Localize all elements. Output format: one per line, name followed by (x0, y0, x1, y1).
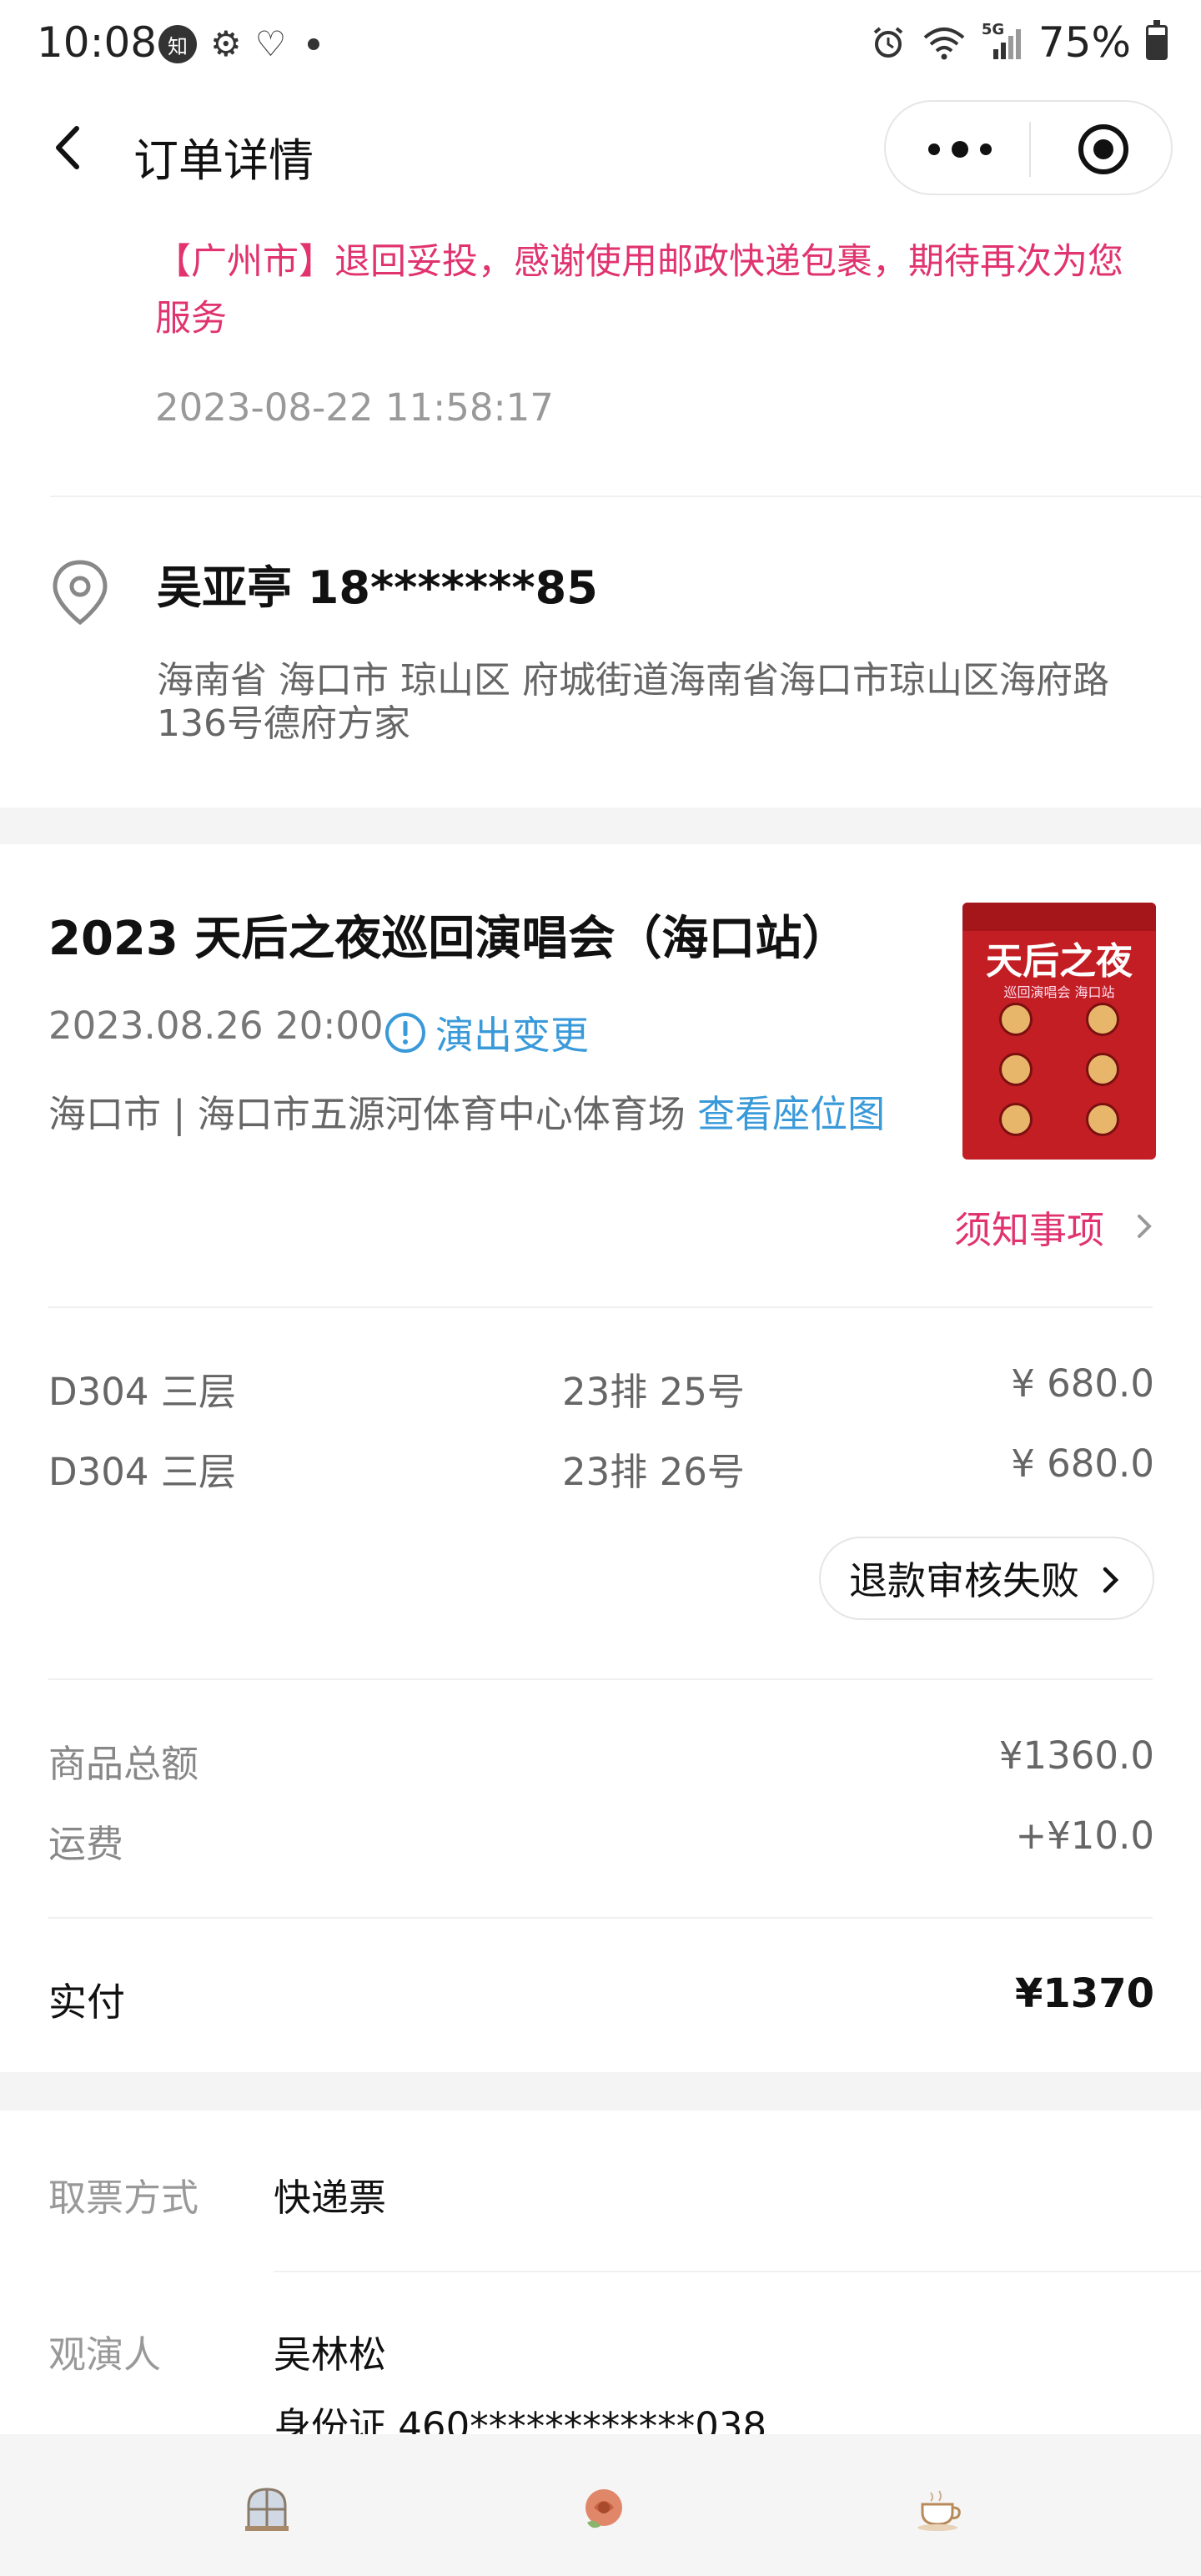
attendee-label: 观演人 (48, 2332, 162, 2377)
status-notification-icons: 知 ⚙ ♡ (158, 23, 320, 64)
location-pin-icon (53, 560, 108, 626)
poster-portrait (999, 1103, 1033, 1136)
poster-title: 天后之夜 (986, 940, 1133, 983)
chevron-right-icon (1103, 1567, 1119, 1593)
subtotal-label: 商品总额 (48, 1742, 199, 1786)
poster-portrait (999, 1053, 1033, 1086)
navigation-bar: 订单详情 (0, 92, 1201, 209)
battery-percentage: 75% (1038, 18, 1131, 67)
section-separator (0, 808, 1201, 844)
more-options-icon[interactable] (922, 128, 997, 170)
shipping-label: 运费 (48, 1822, 124, 1866)
ticket-seat: 23排 26号 (562, 1450, 745, 1494)
venue-name: 海口市 | 海口市五源河体育中心体育场 (48, 1092, 686, 1136)
battery-icon (1146, 20, 1168, 60)
delivery-method-value: 快递票 (274, 2176, 387, 2220)
divider (50, 496, 1201, 497)
seat-map-link[interactable]: 查看座位图 (697, 1092, 885, 1136)
cellular-signal-icon: 5G (982, 21, 1023, 61)
poster-portrait (999, 1003, 1033, 1036)
poster-header-strip (962, 903, 1156, 931)
chevron-right-icon[interactable] (1133, 1211, 1156, 1241)
wifi-icon (923, 28, 965, 60)
divider (48, 1306, 1153, 1308)
refund-status-button[interactable]: 退款审核失败 (819, 1537, 1154, 1620)
show-datetime: 2023.08.26 20:00 (48, 1004, 384, 1048)
status-bar: 10:08 知 ⚙ ♡ 5G 75% (0, 0, 1201, 92)
logistics-status-time: 2023-08-22 11:58:17 (155, 385, 554, 430)
shipping-value: +¥10.0 (1015, 1814, 1154, 1858)
heart-notification-icon: ♡ (254, 23, 287, 64)
status-system-icons: 5G 75% (870, 18, 1168, 67)
zhihu-icon: 知 (158, 25, 197, 63)
ticket-seat: 23排 25号 (562, 1370, 745, 1414)
recipient-address: 海南省 海口市 琼山区 府城街道海南省海口市琼山区海府路136号德府方家 (157, 659, 1109, 745)
poster-subtitle: 巡回演唱会 海口站 (1003, 984, 1115, 1000)
rose-icon[interactable] (579, 2484, 629, 2534)
attendee-name: 吴林松 (274, 2332, 387, 2377)
ticket-price: ¥ 680.0 (1011, 1361, 1154, 1406)
logistics-status-message: 【广州市】退回妥投，感谢使用邮政快递包裹，期待再次为您服务 (155, 241, 1123, 340)
show-poster[interactable]: 天后之夜 巡回演唱会 海口站 (962, 903, 1156, 1160)
status-time: 10:08 (37, 18, 158, 67)
subtotal-value: ¥1360.0 (998, 1733, 1154, 1778)
alarm-icon (873, 27, 903, 58)
ticket-zone: D304 三层 (48, 1450, 236, 1494)
mini-program-capsule (884, 100, 1173, 195)
ticket-zone: D304 三层 (48, 1370, 236, 1414)
ticket-row: D304 三层 23排 25号 ¥ 680.0 (48, 1361, 1154, 1414)
divider (48, 1678, 1153, 1680)
settings-icon: ⚙ (210, 23, 242, 64)
poster-portrait (1086, 1103, 1119, 1136)
paid-label: 实付 (48, 1980, 125, 2025)
page-title: 订单详情 (133, 134, 314, 187)
recipient-name-phone: 吴亚亭 18*******85 (157, 561, 598, 614)
poster-portrait (1086, 1053, 1119, 1086)
window-icon[interactable] (242, 2484, 292, 2534)
divider (48, 1917, 1153, 1919)
battery-level (1148, 35, 1165, 58)
show-change-link[interactable]: 演出变更 (384, 1005, 589, 1060)
paid-value: ¥1370 (1015, 1970, 1154, 2017)
info-alert-icon (385, 1013, 425, 1053)
venue-line: 海口市 | 海口市五源河体育中心体育场 查看座位图 (48, 1086, 891, 1143)
notice-link[interactable]: 须知事项 (954, 1200, 1104, 1254)
poster-portrait (1086, 1003, 1119, 1036)
close-mini-program-icon[interactable] (1076, 122, 1131, 177)
ticket-price: ¥ 680.0 (1011, 1441, 1154, 1486)
back-arrow-icon[interactable] (42, 118, 100, 177)
show-change-label: 演出变更 (435, 1013, 589, 1058)
divider (274, 2271, 1201, 2272)
delivery-method-label: 取票方式 (48, 2176, 199, 2220)
capsule-divider (1029, 122, 1031, 177)
show-title: 2023 天后之夜巡回演唱会（海口站） (48, 912, 849, 966)
refund-status-label: 退款审核失败 (849, 1558, 1079, 1603)
ticket-row: D304 三层 23排 26号 ¥ 680.0 (48, 1441, 1154, 1494)
section-separator (0, 2072, 1201, 2111)
teacup-icon[interactable] (914, 2484, 964, 2534)
more-notifications-dot (308, 38, 320, 50)
bottom-tab-bar (0, 2434, 1201, 2576)
